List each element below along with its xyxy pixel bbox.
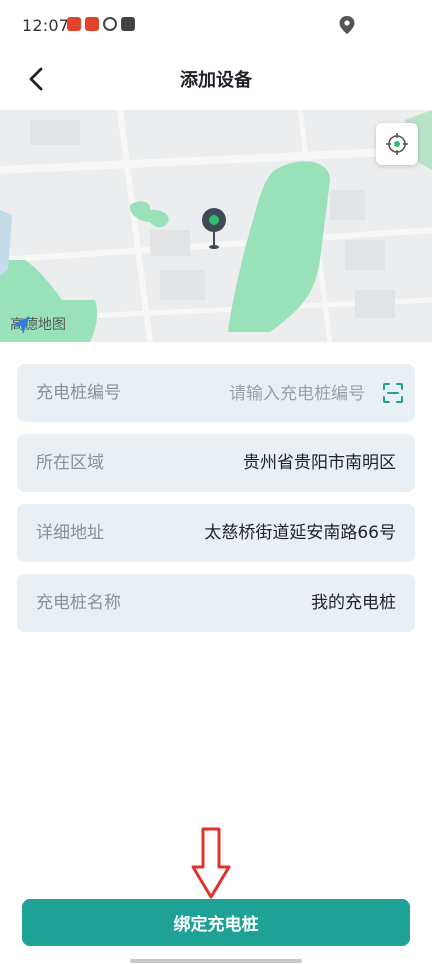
location-pin-icon: [339, 16, 355, 34]
page-title: 添加设备: [180, 70, 252, 91]
home-indicator: [130, 959, 302, 963]
map-view[interactable]: 高德地图: [0, 110, 432, 342]
address-value: 太慈桥街道延安南路66号: [204, 523, 396, 543]
amap-logo: 高德地图: [10, 314, 66, 334]
pile-number-field[interactable]: 充电桩编号: [17, 364, 415, 422]
pile-name-field[interactable]: 充电桩名称 我的充电桩: [17, 574, 415, 632]
sync-icon: [103, 17, 117, 31]
address-field[interactable]: 详细地址 太慈桥街道延安南路66号: [17, 504, 415, 562]
region-label: 所在区域: [36, 453, 104, 473]
bag-icon: [121, 17, 135, 31]
status-bar: 12:07: [0, 0, 432, 52]
pile-number-input[interactable]: [143, 378, 367, 410]
status-time: 12:07: [22, 16, 70, 35]
pile-name-label: 充电桩名称: [36, 593, 121, 613]
annotation-down-arrow-icon: [191, 827, 231, 899]
bind-charging-pile-button[interactable]: 绑定充电桩: [22, 899, 410, 946]
region-field[interactable]: 所在区域 贵州省贵阳市南明区: [17, 434, 415, 492]
pile-name-value: 我的充电桩: [311, 593, 396, 613]
locate-target-icon: [386, 133, 408, 155]
red-app-icon: [85, 17, 99, 31]
status-app-icons: [67, 17, 135, 31]
amap-logo-icon: [12, 316, 30, 334]
pile-number-label: 充电桩编号: [36, 383, 121, 403]
map-canvas: [0, 110, 432, 342]
address-label: 详细地址: [36, 523, 104, 543]
locate-button[interactable]: [376, 123, 418, 165]
red-app-icon: [67, 17, 81, 31]
scan-qr-icon[interactable]: [382, 382, 404, 404]
top-navigation-bar: 添加设备: [0, 52, 432, 110]
region-value: 贵州省贵阳市南明区: [243, 453, 396, 473]
